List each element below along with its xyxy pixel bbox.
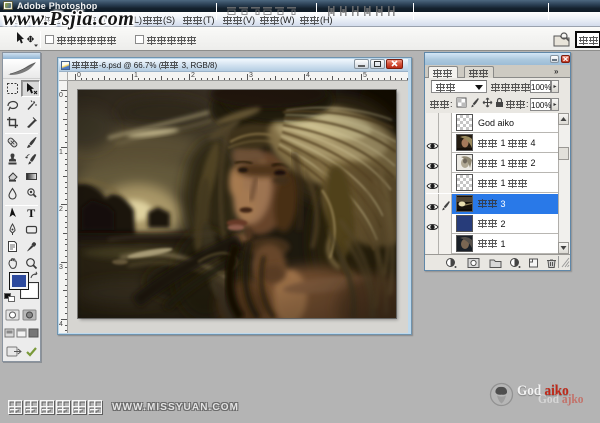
svg-text:T: T [27,206,35,219]
